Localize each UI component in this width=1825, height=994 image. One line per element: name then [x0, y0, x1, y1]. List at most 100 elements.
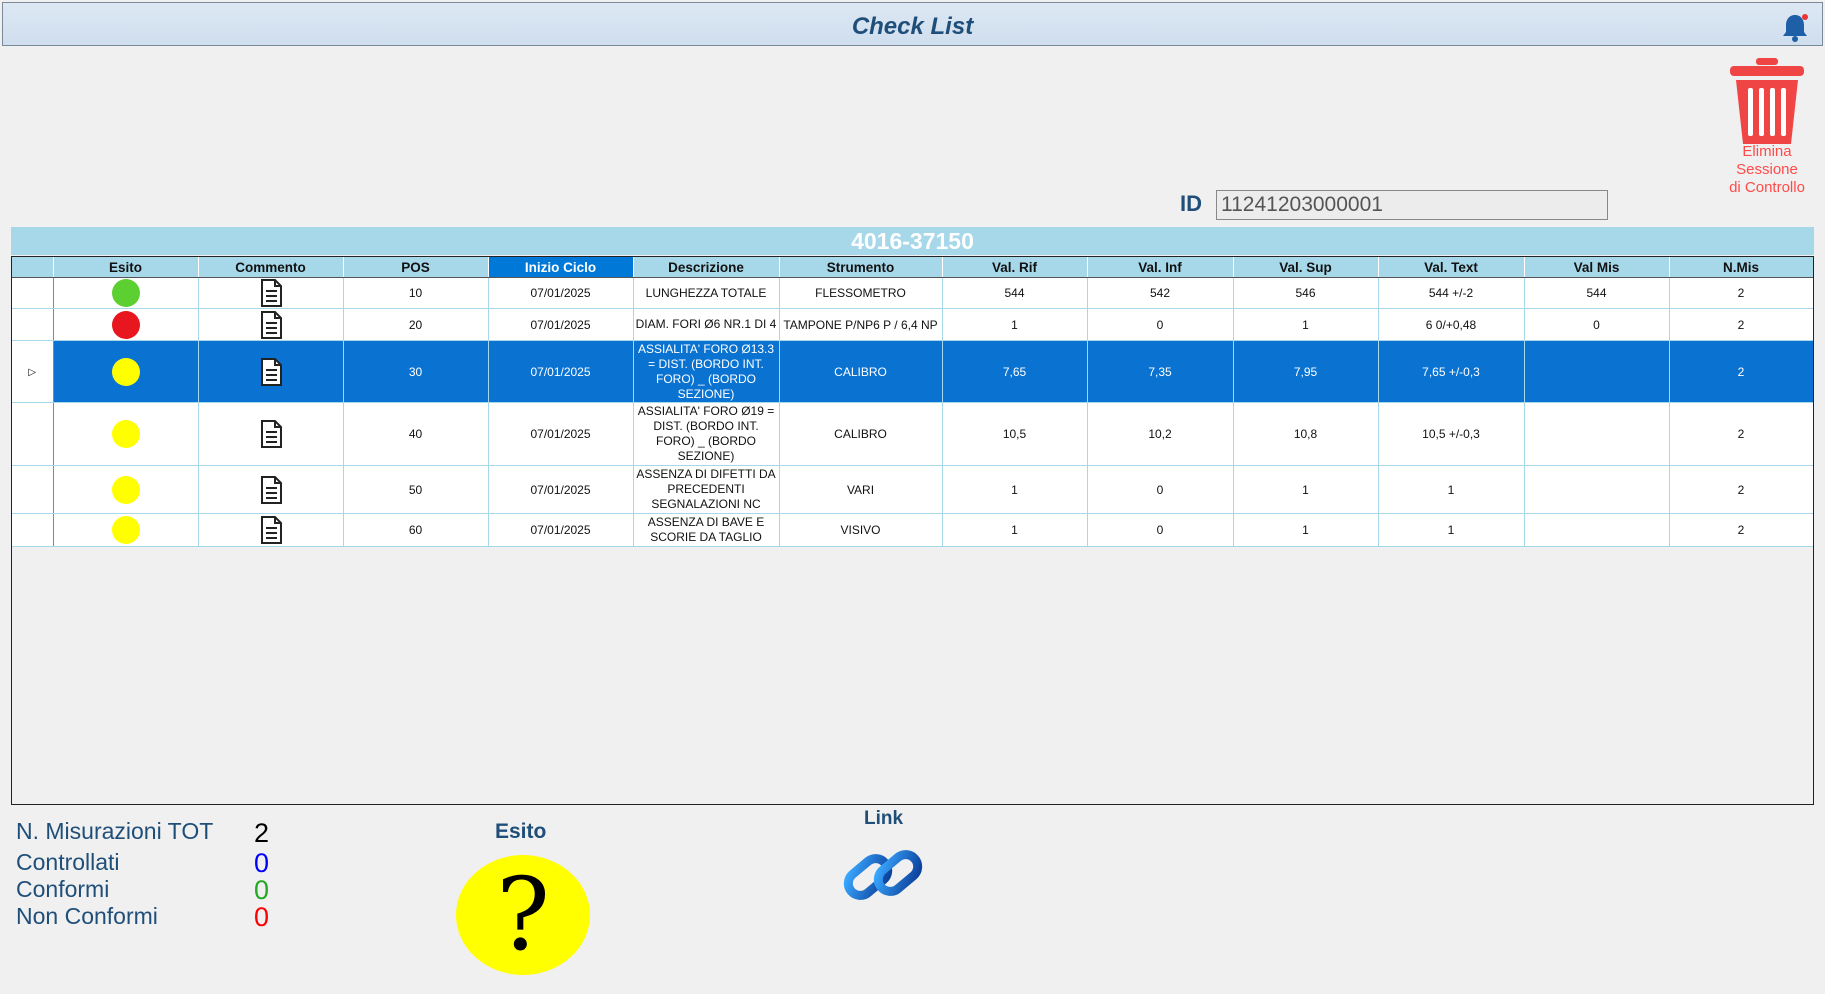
status-dot — [111, 475, 140, 504]
bell-icon[interactable] — [1778, 11, 1812, 45]
val-inf-cell: 0 — [1087, 465, 1234, 514]
inizio-cell: 07/01/2025 — [488, 308, 634, 341]
val-mis-cell: 544 — [1524, 277, 1670, 309]
col-val-inf[interactable]: Val. Inf — [1087, 257, 1234, 278]
col-inizio-ciclo[interactable]: Inizio Ciclo — [488, 257, 634, 278]
id-field[interactable] — [1216, 190, 1608, 220]
val-sup-cell: 1 — [1233, 465, 1379, 514]
strumento-cell: TAMPONE P/NP6 P / 6,4 NP — [779, 308, 943, 341]
checklist-grid[interactable]: Esito Commento POS Inizio Ciclo Descrizi… — [11, 256, 1814, 805]
descrizione-cell: ASSIALITA' FORO Ø19 = DIST. (BORDO INT. … — [633, 402, 780, 466]
val-sup-cell: 1 — [1233, 308, 1379, 341]
val-inf-cell: 7,35 — [1087, 340, 1234, 403]
document-icon[interactable] — [258, 419, 284, 449]
esito-cell — [53, 513, 199, 547]
esito-indicator: ? — [456, 855, 590, 975]
val-sup-cell: 10,8 — [1233, 402, 1379, 466]
stat-conformi: Conformi 0 — [16, 875, 269, 905]
col-val-rif[interactable]: Val. Rif — [942, 257, 1088, 278]
col-strumento[interactable]: Strumento — [779, 257, 943, 278]
col-val-mis[interactable]: Val Mis — [1524, 257, 1670, 278]
val-text-cell: 1 — [1378, 513, 1525, 547]
commento-cell[interactable] — [198, 402, 344, 466]
commento-cell[interactable] — [198, 513, 344, 547]
n-mis-cell: 2 — [1669, 402, 1813, 466]
stat-tot-label: N. Misurazioni TOT — [16, 818, 214, 844]
table-row[interactable]: 50 07/01/2025 ASSENZA DI DIFETTI DA PRECED… — [12, 465, 1813, 514]
row-selector[interactable]: ▷ — [12, 340, 54, 403]
strumento-cell: VISIVO — [779, 513, 943, 547]
inizio-cell: 07/01/2025 — [488, 402, 634, 466]
document-icon[interactable] — [258, 310, 284, 340]
table-row[interactable]: 40 07/01/2025 ASSIALITA' FORO Ø19 = DIST. … — [12, 402, 1813, 466]
col-pos[interactable]: POS — [343, 257, 489, 278]
commento-cell[interactable] — [198, 308, 344, 341]
commento-cell[interactable] — [198, 465, 344, 514]
stat-tot-value: 2 — [254, 818, 270, 848]
commento-cell[interactable] — [198, 277, 344, 309]
col-descrizione[interactable]: Descrizione — [633, 257, 780, 278]
status-dot — [111, 420, 140, 448]
strumento-cell: CALIBRO — [779, 340, 943, 403]
val-rif-cell: 7,65 — [942, 340, 1088, 403]
row-selector[interactable] — [12, 402, 54, 466]
col-commento[interactable]: Commento — [198, 257, 344, 278]
window-title: Check List — [851, 13, 974, 40]
row-selector[interactable] — [12, 277, 54, 309]
delete-label-line-3: di Controllo — [1729, 179, 1805, 196]
document-icon[interactable] — [258, 357, 284, 387]
val-rif-cell: 10,5 — [942, 402, 1088, 466]
val-sup-cell: 7,95 — [1233, 340, 1379, 403]
val-rif-cell: 544 — [942, 277, 1088, 309]
descrizione-cell: LUNGHEZZA TOTALE — [633, 277, 780, 309]
status-dot — [111, 357, 140, 386]
n-mis-cell: 2 — [1669, 465, 1813, 514]
document-icon[interactable] — [258, 515, 284, 545]
val-inf-cell: 0 — [1087, 308, 1234, 341]
esito-cell — [53, 465, 199, 514]
val-mis-cell — [1524, 465, 1670, 514]
document-icon[interactable] — [258, 475, 284, 505]
delete-label-line-2: Sessione — [1736, 161, 1798, 178]
col-val-text[interactable]: Val. Text — [1378, 257, 1525, 278]
val-sup-cell: 1 — [1233, 513, 1379, 547]
descrizione-cell: ASSIALITA' FORO Ø13.3 = DIST. (BORDO INT… — [633, 340, 780, 403]
delete-label-line-1: Elimina — [1742, 143, 1792, 160]
commento-cell[interactable] — [198, 340, 344, 403]
col-n-mis[interactable]: N.Mis — [1669, 257, 1813, 278]
pos-cell: 40 — [343, 402, 489, 466]
table-row[interactable]: 10 07/01/2025 LUNGHEZZA TOTALE FLESSOMETRO 5… — [12, 277, 1813, 309]
stat-conformi-label: Conformi — [16, 876, 110, 902]
link-label: Link — [864, 808, 904, 829]
trash-icon[interactable] — [1726, 56, 1808, 146]
esito-cell — [53, 277, 199, 309]
document-icon[interactable] — [258, 278, 284, 308]
n-mis-cell: 2 — [1669, 277, 1813, 309]
val-rif-cell: 1 — [942, 308, 1088, 341]
stat-controllati-label: Controllati — [16, 849, 120, 875]
inizio-cell: 07/01/2025 — [488, 277, 634, 309]
row-selector[interactable] — [12, 308, 54, 341]
row-selector[interactable] — [12, 513, 54, 547]
delete-session-button[interactable]: Elimina Sessione di Controllo — [1716, 143, 1818, 197]
col-rowheader — [12, 257, 54, 278]
pos-cell: 50 — [343, 465, 489, 514]
table-row[interactable]: ▷ 30 07/01/2025 ASSIALITA' FORO Ø13.3 = DIS… — [12, 340, 1813, 403]
table-row[interactable]: 20 07/01/2025 DIAM. FORI Ø6 NR.1 DI 4 TAMPO… — [12, 308, 1813, 341]
val-rif-cell: 1 — [942, 465, 1088, 514]
row-selector[interactable] — [12, 465, 54, 514]
esito-label: Esito — [495, 820, 547, 843]
pos-cell: 60 — [343, 513, 489, 547]
val-text-cell: 6 0/+0,48 — [1378, 308, 1525, 341]
val-text-cell: 10,5 +/-0,3 — [1378, 402, 1525, 466]
col-val-sup[interactable]: Val. Sup — [1233, 257, 1379, 278]
col-esito[interactable]: Esito — [53, 257, 199, 278]
pos-cell: 10 — [343, 277, 489, 309]
val-rif-cell: 1 — [942, 513, 1088, 547]
descrizione-cell: DIAM. FORI Ø6 NR.1 DI 4 — [633, 308, 780, 341]
chain-link-icon[interactable] — [840, 835, 926, 915]
inizio-cell: 07/01/2025 — [488, 513, 634, 547]
table-row[interactable]: 60 07/01/2025 ASSENZA DI BAVE E SCORIE DA … — [12, 513, 1813, 547]
stat-non-conformi-value: 0 — [254, 902, 270, 932]
row-pointer-icon: ▷ — [28, 366, 37, 378]
